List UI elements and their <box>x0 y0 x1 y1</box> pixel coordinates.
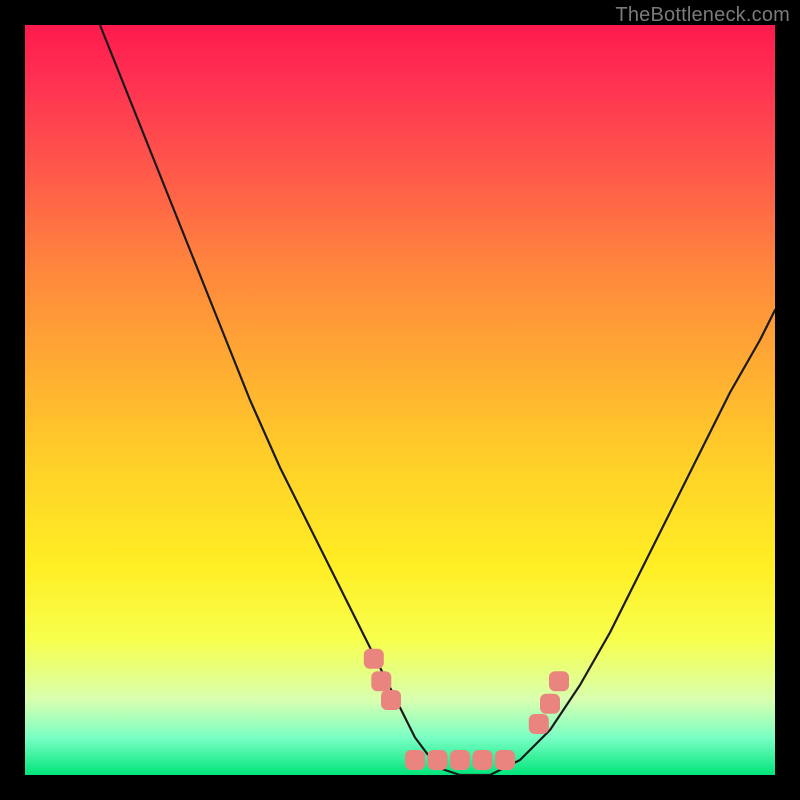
curve-dot <box>364 649 384 669</box>
curve-dot <box>381 690 401 710</box>
curve-dot <box>540 694 560 714</box>
bottleneck-curve <box>100 25 775 775</box>
chart-svg <box>25 25 775 775</box>
curve-dot <box>549 671 569 691</box>
curve-dot <box>371 671 391 691</box>
curve-dot <box>473 750 493 770</box>
watermark-text: TheBottleneck.com <box>615 4 790 27</box>
chart-plot-area <box>25 25 775 775</box>
curve-dot <box>529 714 549 734</box>
curve-dot <box>495 750 515 770</box>
curve-dots-group <box>364 649 569 770</box>
curve-dot <box>450 750 470 770</box>
curve-dot <box>428 750 448 770</box>
curve-dot <box>405 750 425 770</box>
